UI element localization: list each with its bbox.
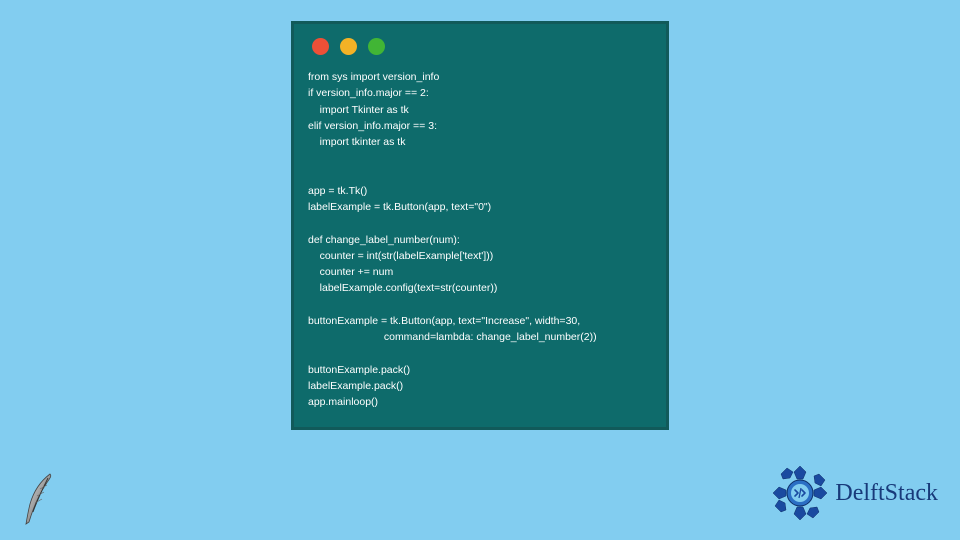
brand-footer: DelftStack — [771, 464, 938, 522]
delftstack-logo-icon — [771, 464, 829, 522]
maximize-icon — [368, 38, 385, 55]
code-block: from sys import version_info if version_… — [308, 69, 652, 411]
minimize-icon — [340, 38, 357, 55]
feather-icon — [20, 472, 60, 528]
brand-name: DelftStack — [835, 480, 938, 507]
close-icon — [312, 38, 329, 55]
traffic-lights — [312, 38, 652, 55]
code-window: from sys import version_info if version_… — [291, 21, 669, 430]
